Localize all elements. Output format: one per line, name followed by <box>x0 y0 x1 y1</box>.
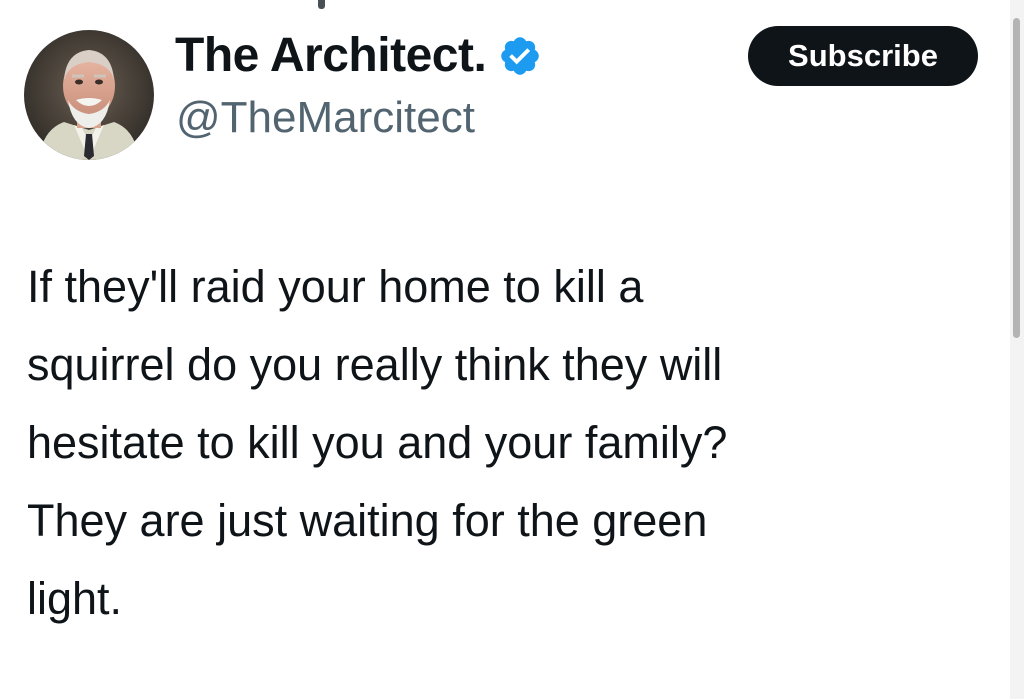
tweet-text-line: hesitate to kill you and your family? <box>27 417 728 468</box>
tweet-text: If they'll raid your home to kill a squi… <box>27 248 987 638</box>
subscribe-button[interactable]: Subscribe <box>748 26 978 86</box>
tweet-text-line: squirrel do you really think they will <box>27 339 723 390</box>
previous-tweet-fragment <box>318 0 325 9</box>
tweet-text-line: light. <box>27 573 123 624</box>
tweet-text-line: If they'll raid your home to kill a <box>27 261 644 312</box>
scrollbar[interactable] <box>1010 0 1024 699</box>
author-name-row[interactable]: The Architect. <box>175 24 542 88</box>
author-handle[interactable]: @TheMarcitect <box>176 96 475 140</box>
profile-photo-icon <box>24 30 154 160</box>
scrollbar-thumb[interactable] <box>1013 18 1020 338</box>
tweet-text-line: They are just waiting for the green <box>27 495 708 546</box>
avatar[interactable] <box>24 30 154 160</box>
display-name[interactable]: The Architect. <box>175 32 487 80</box>
verified-badge-icon[interactable] <box>498 34 542 78</box>
